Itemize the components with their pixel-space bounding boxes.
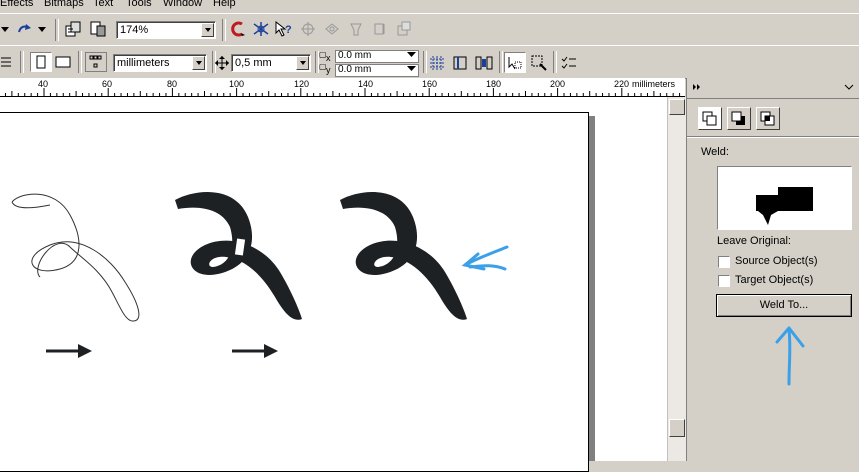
ruler-label: 160: [422, 79, 438, 89]
chevron-down-icon[interactable]: [192, 56, 205, 70]
align-icon[interactable]: [371, 20, 389, 38]
intersect-mode-button[interactable]: [756, 107, 780, 130]
source-objects-checkbox[interactable]: [718, 256, 730, 268]
menu-window[interactable]: Window: [163, 0, 202, 9]
separator: [20, 51, 24, 73]
zoom-level-select[interactable]: 174%: [116, 21, 216, 39]
separator: [55, 19, 59, 41]
horizontal-ruler[interactable]: 40 60 80 100 120 140 160 180 200 220 mil…: [0, 78, 685, 97]
landscape-orientation-button[interactable]: [54, 53, 72, 71]
spinner-icon[interactable]: [296, 56, 309, 70]
leave-original-label: Leave Original:: [717, 235, 791, 247]
ruler-label: 100: [229, 79, 245, 89]
source-objects-label: Source Object(s): [735, 255, 818, 267]
snap-to-guidelines-icon[interactable]: [323, 20, 341, 38]
annotation-arrow-icon: [461, 245, 509, 271]
export-icon[interactable]: [89, 20, 107, 38]
duplicate-distance-icon: ▢ x ▢ y: [319, 50, 331, 75]
options-checklist-icon[interactable]: [560, 54, 578, 72]
menu-bar: Effects Bitmaps Text Tools Window Help: [0, 0, 859, 13]
duplicate-y-input[interactable]: 0.0 mm: [335, 64, 419, 77]
corel-online-icon[interactable]: [252, 20, 270, 38]
ruler-label: 60: [102, 79, 113, 89]
ruler-label: 220: [614, 79, 630, 89]
separator: [553, 51, 557, 73]
weld-preview-icon: [756, 187, 813, 225]
redo-dropdown-icon[interactable]: [37, 21, 47, 39]
outline-curve-shape[interactable]: [11, 193, 140, 322]
draw-object-icon[interactable]: [530, 54, 548, 72]
weld-preview: [717, 166, 852, 230]
target-objects-checkbox[interactable]: [718, 275, 730, 287]
nudge-offset-value: 0,5 mm: [235, 57, 272, 69]
ruler-label: 200: [550, 79, 566, 89]
units-value: millimeters: [117, 57, 170, 69]
weld-label: Weld:: [701, 146, 729, 158]
docker-menu-icon[interactable]: [844, 82, 854, 95]
ruler-label: 140: [358, 79, 374, 89]
redo-icon[interactable]: [16, 20, 34, 38]
ruler-label: 120: [294, 79, 310, 89]
target-objects-label: Target Object(s): [735, 274, 814, 286]
spinner-icon[interactable]: [407, 66, 416, 78]
page-layout-icon[interactable]: [85, 52, 107, 72]
right-arrow-icon: [232, 344, 278, 358]
divider: [687, 136, 859, 138]
treat-as-filled-button[interactable]: [504, 52, 526, 73]
docker-header: [687, 78, 859, 99]
ruler-label: 80: [167, 79, 178, 89]
annotation-arrow-icon: [775, 326, 805, 386]
svg-text:?: ?: [285, 24, 292, 36]
menu-text[interactable]: Text: [93, 0, 113, 9]
menu-help[interactable]: Help: [213, 0, 236, 9]
scroll-up-button[interactable]: [669, 99, 685, 115]
chevron-down-icon[interactable]: [201, 23, 214, 37]
property-bar: millimeters 0,5 mm ▢ x ▢ y 0.0 mm 0.0 mm: [0, 45, 859, 79]
undo-dropdown-icon[interactable]: [0, 21, 10, 39]
options-icon[interactable]: [395, 20, 413, 38]
separator: [222, 19, 226, 41]
snap-to-grid-icon[interactable]: [299, 20, 317, 38]
portrait-orientation-button[interactable]: [30, 52, 52, 72]
spinner-icon[interactable]: [407, 52, 416, 64]
separator: [78, 51, 82, 73]
tool-options-icon[interactable]: [0, 53, 14, 71]
ruler-label: 40: [38, 79, 49, 89]
separator: [423, 51, 427, 73]
weld-to-button[interactable]: Weld To...: [716, 294, 852, 317]
weld-mode-button[interactable]: [698, 107, 722, 130]
vertical-scrollbar[interactable]: [667, 97, 686, 461]
corel-app-launcher-icon[interactable]: [229, 20, 247, 38]
snap-objects-icon[interactable]: [475, 54, 493, 72]
nudge-offset-icon: [215, 54, 229, 72]
nudge-offset-input[interactable]: 0,5 mm: [231, 54, 311, 72]
menu-effects[interactable]: Effects: [0, 0, 33, 9]
collapse-docker-icon[interactable]: [693, 82, 703, 94]
welded-curve-shape[interactable]: [175, 191, 302, 320]
snap-grid-icon[interactable]: [428, 54, 446, 72]
snap-guidelines-icon[interactable]: [451, 54, 469, 72]
trim-mode-button[interactable]: [727, 107, 751, 130]
import-icon[interactable]: [64, 20, 82, 38]
separator: [499, 51, 503, 73]
ruler-unit-label: millimeters: [632, 79, 676, 89]
shaping-docker: Weld: Leave Original: Source Object(s) T…: [686, 78, 859, 461]
final-welded-shape[interactable]: [340, 191, 467, 320]
whats-this-help-icon[interactable]: ?: [275, 20, 293, 38]
standard-toolbar: 174% ?: [0, 13, 859, 46]
zoom-level-value: 174%: [120, 24, 149, 36]
right-arrow-icon: [46, 344, 92, 358]
drawing-shapes: [11, 191, 509, 358]
scroll-thumb[interactable]: [669, 419, 685, 437]
transform-icon[interactable]: [347, 20, 365, 38]
ruler-label: 180: [486, 79, 502, 89]
menu-bitmaps[interactable]: Bitmaps: [44, 0, 84, 9]
menu-tools[interactable]: Tools: [126, 0, 152, 9]
duplicate-x-input[interactable]: 0.0 mm: [335, 50, 419, 63]
units-select[interactable]: millimeters: [113, 54, 207, 72]
